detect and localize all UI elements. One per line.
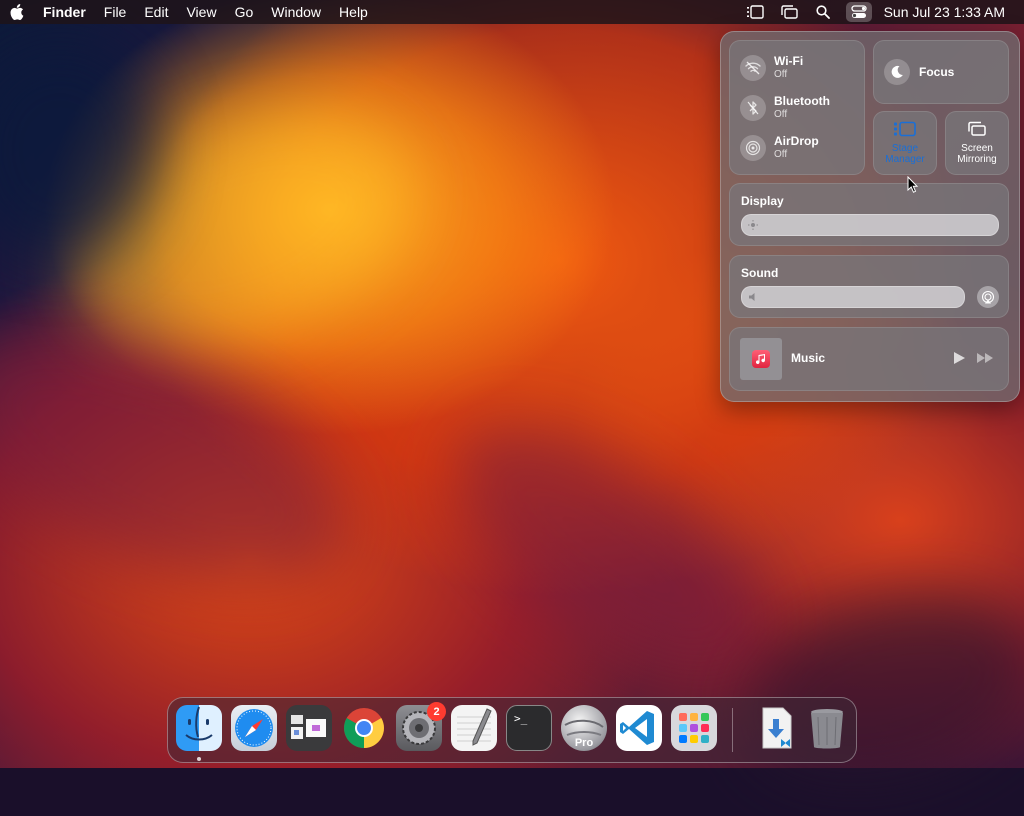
wifi-state: Off (774, 69, 788, 80)
fast-forward-icon[interactable] (976, 351, 994, 370)
sound-module: Sound (729, 255, 1009, 318)
airdrop-toggle[interactable]: AirDrop Off (740, 135, 819, 161)
screen-mirroring-button[interactable]: Screen Mirroring (945, 111, 1009, 175)
wifi-off-icon (740, 55, 766, 81)
menu-edit[interactable]: Edit (135, 0, 177, 24)
airdrop-label: AirDrop (774, 134, 819, 148)
menubar-clock[interactable]: Sun Jul 23 1:33 AM (878, 4, 1024, 20)
speaker-icon (747, 291, 759, 303)
textedit-icon[interactable] (451, 705, 497, 751)
album-art (740, 338, 782, 380)
menu-bar: Finder File Edit View Go Window Help Sun… (0, 0, 1024, 24)
search-icon[interactable] (812, 2, 834, 22)
stage-manager-button[interactable]: Stage Manager (873, 111, 937, 175)
dock: 2 >_ Pro (167, 697, 857, 763)
apple-menu-icon[interactable] (0, 0, 34, 24)
airplay-audio-button[interactable] (977, 286, 999, 308)
now-playing-title: Music (791, 351, 826, 365)
focus-button[interactable]: Focus (873, 40, 1009, 104)
settings-badge: 2 (427, 702, 446, 721)
trash-icon[interactable] (804, 705, 850, 751)
music-app-icon (752, 350, 770, 368)
moon-icon (884, 59, 910, 85)
bluetooth-label: Bluetooth (774, 94, 830, 108)
menu-file[interactable]: File (95, 0, 136, 24)
sun-icon (747, 219, 759, 231)
volume-slider[interactable] (741, 286, 965, 308)
menu-window[interactable]: Window (262, 0, 330, 24)
safari-icon[interactable] (231, 705, 277, 751)
control-center-panel: Wi-Fi Off Bluetooth Off AirDrop Off Focu… (720, 31, 1020, 402)
terminal-icon[interactable]: >_ (506, 705, 552, 751)
menu-go[interactable]: Go (226, 0, 263, 24)
stage-manager-tile-icon (874, 121, 936, 139)
airdrop-state: Off (774, 149, 788, 160)
chrome-icon[interactable] (341, 705, 387, 751)
connectivity-module: Wi-Fi Off Bluetooth Off AirDrop Off (729, 40, 865, 175)
now-playing-module[interactable]: Music (729, 327, 1009, 391)
bluetooth-icon (740, 95, 766, 121)
earth-icon[interactable]: Pro (561, 705, 607, 751)
wifi-toggle[interactable]: Wi-Fi Off (740, 55, 803, 81)
bluetooth-state: Off (774, 109, 788, 120)
display-title: Display (741, 194, 784, 208)
stage-manager-icon[interactable] (778, 2, 800, 22)
menu-finder[interactable]: Finder (34, 0, 95, 24)
windows-icon[interactable] (286, 705, 332, 751)
play-icon[interactable] (952, 351, 966, 370)
airplay-icon (981, 290, 995, 304)
downloads-icon[interactable] (753, 705, 799, 751)
vscode-icon[interactable] (616, 705, 662, 751)
bluetooth-toggle[interactable]: Bluetooth Off (740, 95, 830, 121)
dock-divider (732, 708, 733, 752)
control-center-icon[interactable] (845, 2, 872, 22)
focus-label: Focus (919, 65, 955, 79)
screen-mirroring-label: Screen Mirroring (957, 143, 997, 165)
launchpad-icon[interactable] (671, 705, 717, 751)
display-module: Display (729, 183, 1009, 246)
screen-mirroring-icon (946, 121, 1008, 139)
stage-manager-label: Stage Manager (885, 143, 925, 165)
menu-help[interactable]: Help (330, 0, 377, 24)
terminal-prompt: >_ (514, 712, 528, 725)
finder-icon[interactable] (176, 705, 222, 751)
wifi-label: Wi-Fi (774, 54, 804, 68)
finder-running-indicator (197, 757, 201, 761)
earth-pro-label: Pro (574, 737, 594, 749)
mouse-cursor-icon (907, 175, 919, 199)
sidebar-icon[interactable] (744, 2, 766, 22)
sound-title: Sound (741, 266, 779, 280)
airdrop-icon (740, 135, 766, 161)
display-brightness-slider[interactable] (741, 214, 999, 236)
menu-view[interactable]: View (177, 0, 225, 24)
